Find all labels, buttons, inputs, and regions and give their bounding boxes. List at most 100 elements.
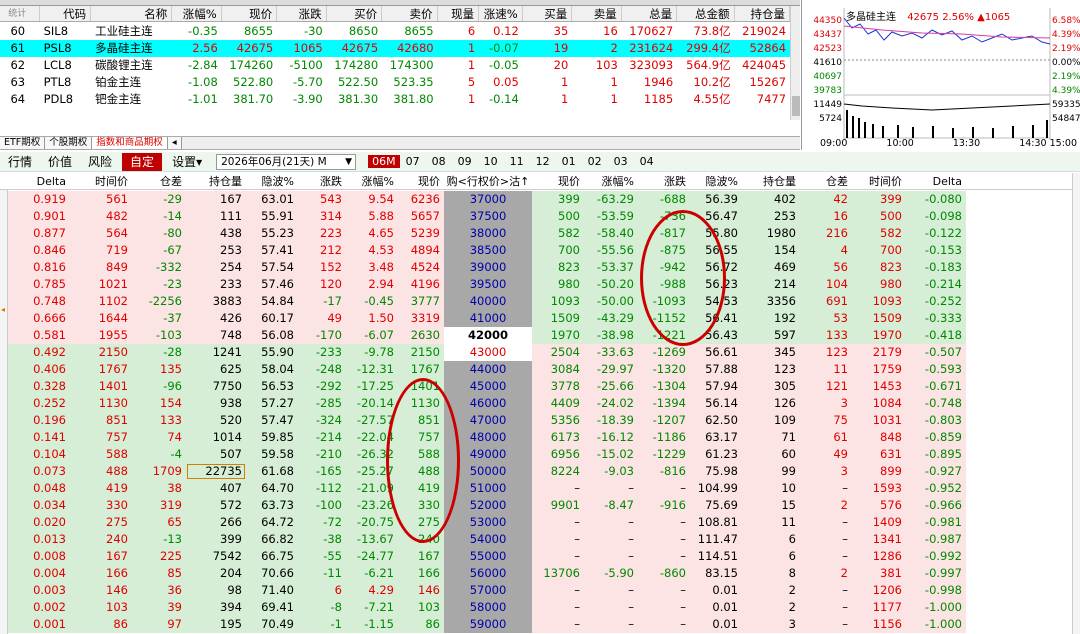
strike-price[interactable]: 45000	[444, 378, 532, 395]
call-col-header[interactable]: 仓差	[132, 173, 186, 189]
put-col-header[interactable]: 时间价	[852, 173, 906, 189]
strike-price[interactable]: 37000	[444, 191, 532, 208]
strike-price[interactable]: 39500	[444, 276, 532, 293]
strike-price[interactable]: 55000	[444, 548, 532, 565]
put-col-header[interactable]: Delta	[906, 173, 966, 189]
option-row[interactable]: 0.141 757 74 1014 59.85 -214 -22.04 757 48000 617…	[0, 429, 1080, 446]
quote-col-header[interactable]: 买价	[327, 6, 383, 21]
option-row[interactable]: 0.252 1130 154 938 57.27 -285 -20.14 1130 46000 4…	[0, 395, 1080, 412]
call-col-header[interactable]: 涨幅%	[346, 173, 398, 189]
tab-stock-options[interactable]: 个股期权	[45, 137, 93, 149]
quote-col-header[interactable]: 现价	[222, 6, 278, 21]
quote-col-header[interactable]: 统计	[0, 6, 40, 21]
option-row[interactable]: 0.816 849 -332 254 57.54 152 3.48 4524 39000 823-…	[0, 259, 1080, 276]
put-col-header[interactable]: 涨幅%	[584, 173, 638, 189]
option-row[interactable]: 0.919 561 -29 167 63.01 543 9.54 6236 37000 399 -6…	[0, 191, 1080, 208]
month-tab-11[interactable]: 11	[504, 155, 530, 168]
strike-price[interactable]: 53000	[444, 514, 532, 531]
strike-price[interactable]: 57000	[444, 582, 532, 599]
put-col-header[interactable]: 隐波%	[690, 173, 742, 189]
option-row[interactable]: 0.020 275 65 266 64.72 -72 -20.75 275 53000– – –10…	[0, 514, 1080, 531]
quote-scrollbar[interactable]	[790, 6, 800, 120]
tab-index-commodity-options[interactable]: 指数和商品期权	[92, 137, 168, 149]
quote-row[interactable]: 61 PSL8 多晶硅主连 2.56 42675 1065 42675 42680 1 -0.07…	[0, 40, 790, 57]
quote-mode-button[interactable]: 行情	[0, 153, 40, 171]
option-row[interactable]: 0.034 330 319 572 63.73 -100 -23.26 330 52000 990…	[0, 497, 1080, 514]
quote-col-header[interactable]: 名称	[91, 6, 173, 21]
strike-price[interactable]: 44000	[444, 361, 532, 378]
strike-price[interactable]: 58000	[444, 599, 532, 616]
tab-etf-options[interactable]: ETF期权	[0, 137, 46, 149]
month-tab-12[interactable]: 12	[530, 155, 556, 168]
strike-price[interactable]: 54000	[444, 531, 532, 548]
option-row[interactable]: 0.013 240 -13 399 66.82 -38 -13.67 240 54000– – –1…	[0, 531, 1080, 548]
month-tab-04[interactable]: 04	[634, 155, 660, 168]
month-tab-01[interactable]: 01	[556, 155, 582, 168]
value-mode-button[interactable]: 价值	[40, 153, 80, 171]
left-panel-handle[interactable]: ◂	[0, 190, 8, 634]
option-row[interactable]: 0.785 1021 -23 233 57.46 120 2.94 4196 39500 980-…	[0, 276, 1080, 293]
quote-row[interactable]: 64 PDL8 钯金主连 -1.01 381.70 -3.90 381.30 381.80 1-…	[0, 91, 790, 108]
month-tab-06M[interactable]: 06M	[368, 155, 400, 168]
tabs-scroll-left-button[interactable]: ◂	[167, 137, 182, 149]
option-chain-scrollbar[interactable]	[1072, 173, 1080, 634]
settings-button[interactable]: 设置▾	[164, 153, 210, 171]
strike-price[interactable]: 52000	[444, 497, 532, 514]
call-col-header[interactable]: 隐波%	[246, 173, 298, 189]
quote-col-header[interactable]: 总量	[622, 6, 678, 21]
option-row[interactable]: 0.003 146 36 98 71.40 6 4.29 146 57000– – –0.01 2–1…	[0, 582, 1080, 599]
strike-col-header[interactable]: 购<行权价>沽↑	[444, 173, 532, 189]
expiry-select[interactable]: 2026年06月(21天) M ▼	[216, 153, 357, 170]
strike-price[interactable]: 47000	[444, 412, 532, 429]
option-row[interactable]: 0.877 564 -80 438 55.23 223 4.65 5239 38000 582 -5…	[0, 225, 1080, 242]
option-row[interactable]: 0.846 719 -67 253 57.41 212 4.53 4894 38500 700 -5…	[0, 242, 1080, 259]
strike-price[interactable]: 43000	[444, 344, 532, 361]
strike-price[interactable]: 39000	[444, 259, 532, 276]
option-row[interactable]: 0.666 1644 -37 426 60.17 49 1.50 3319 41000 1509-…	[0, 310, 1080, 327]
option-row[interactable]: 0.406 1767 135 625 58.04 -248 -12.31 1767 44000 3…	[0, 361, 1080, 378]
quote-row[interactable]: 63 PTL8 铂金主连 -1.08 522.80 -5.70 522.50 523.35 5 0…	[0, 74, 790, 91]
option-row[interactable]: 0.748 1102 -2256 3883 54.84 -17 -0.45 3777 40000…	[0, 293, 1080, 310]
option-row[interactable]: 0.004 166 85 204 70.66 -11 -6.21 166 56000 13706-…	[0, 565, 1080, 582]
month-tab-02[interactable]: 02	[582, 155, 608, 168]
strike-price[interactable]: 40000	[444, 293, 532, 310]
month-tab-07[interactable]: 07	[400, 155, 426, 168]
intraday-mini-chart[interactable]: 多晶硅主连 42675 2.56% ▲1065 44350 43437 42523 4…	[801, 0, 1080, 150]
quote-col-header[interactable]: 涨跌	[277, 6, 327, 21]
strike-price[interactable]: 37500	[444, 208, 532, 225]
strike-price[interactable]: 38500	[444, 242, 532, 259]
call-col-header[interactable]: Delta	[12, 173, 70, 189]
strike-price[interactable]: 59000	[444, 616, 532, 633]
put-col-header[interactable]: 涨跌	[638, 173, 690, 189]
option-row[interactable]: 0.492 2150 -28 1241 55.90 -233 -9.78 2150 43000 2…	[0, 344, 1080, 361]
quote-col-header[interactable]: 代码	[40, 6, 92, 21]
call-col-header[interactable]: 涨跌	[298, 173, 346, 189]
option-row[interactable]: 0.104 588 -4 507 59.58 -210 -26.32 588 49000 6956…	[0, 446, 1080, 463]
quote-row[interactable]: 60 SIL8 工业硅主连 -0.35 8655 -30 8650 8655 6 0.12 35 16…	[0, 23, 790, 40]
call-col-header[interactable]: 持仓量	[186, 173, 246, 189]
strike-price[interactable]: 42000	[444, 327, 532, 344]
strike-price[interactable]: 41000	[444, 310, 532, 327]
option-row[interactable]: 0.328 1401 -96 7750 56.53 -292 -17.25 1401 45000…	[0, 378, 1080, 395]
risk-mode-button[interactable]: 风险	[80, 153, 120, 171]
quote-col-header[interactable]: 卖价	[382, 6, 438, 21]
quote-row[interactable]: 62 LCL8 碳酸锂主连 -2.84 174260 -5100 174280 174300 1…	[0, 57, 790, 74]
month-tab-03[interactable]: 03	[608, 155, 634, 168]
put-col-header[interactable]: 现价	[532, 173, 584, 189]
option-row[interactable]: 0.581 1955 -103 748 56.08 -170 -6.07 2630 42000 1…	[0, 327, 1080, 344]
strike-price[interactable]: 38000	[444, 225, 532, 242]
call-col-header[interactable]: 现价	[398, 173, 444, 189]
strike-price[interactable]: 46000	[444, 395, 532, 412]
option-row[interactable]: 0.008 167 225 7542 66.75 -55 -24.77 167 55000– – –…	[0, 548, 1080, 565]
option-row[interactable]: 0.196 851 133 520 57.47 -324 -27.57 851 47000 535…	[0, 412, 1080, 429]
quote-col-header[interactable]: 买量	[523, 6, 573, 21]
quote-col-header[interactable]: 持仓量	[735, 6, 790, 21]
put-col-header[interactable]: 持仓量	[742, 173, 800, 189]
quote-col-header[interactable]: 涨速%	[479, 6, 523, 21]
option-row[interactable]: 0.048 419 38 407 64.70 -112 -21.09 419 51000– – –1…	[0, 480, 1080, 497]
strike-price[interactable]: 56000	[444, 565, 532, 582]
quote-col-header[interactable]: 总金额	[677, 6, 735, 21]
option-row[interactable]: 0.073 488 1709 22735 61.68 -165 -25.27 488 50000…	[0, 463, 1080, 480]
month-tab-09[interactable]: 09	[452, 155, 478, 168]
quote-col-header[interactable]: 卖量	[572, 6, 622, 21]
